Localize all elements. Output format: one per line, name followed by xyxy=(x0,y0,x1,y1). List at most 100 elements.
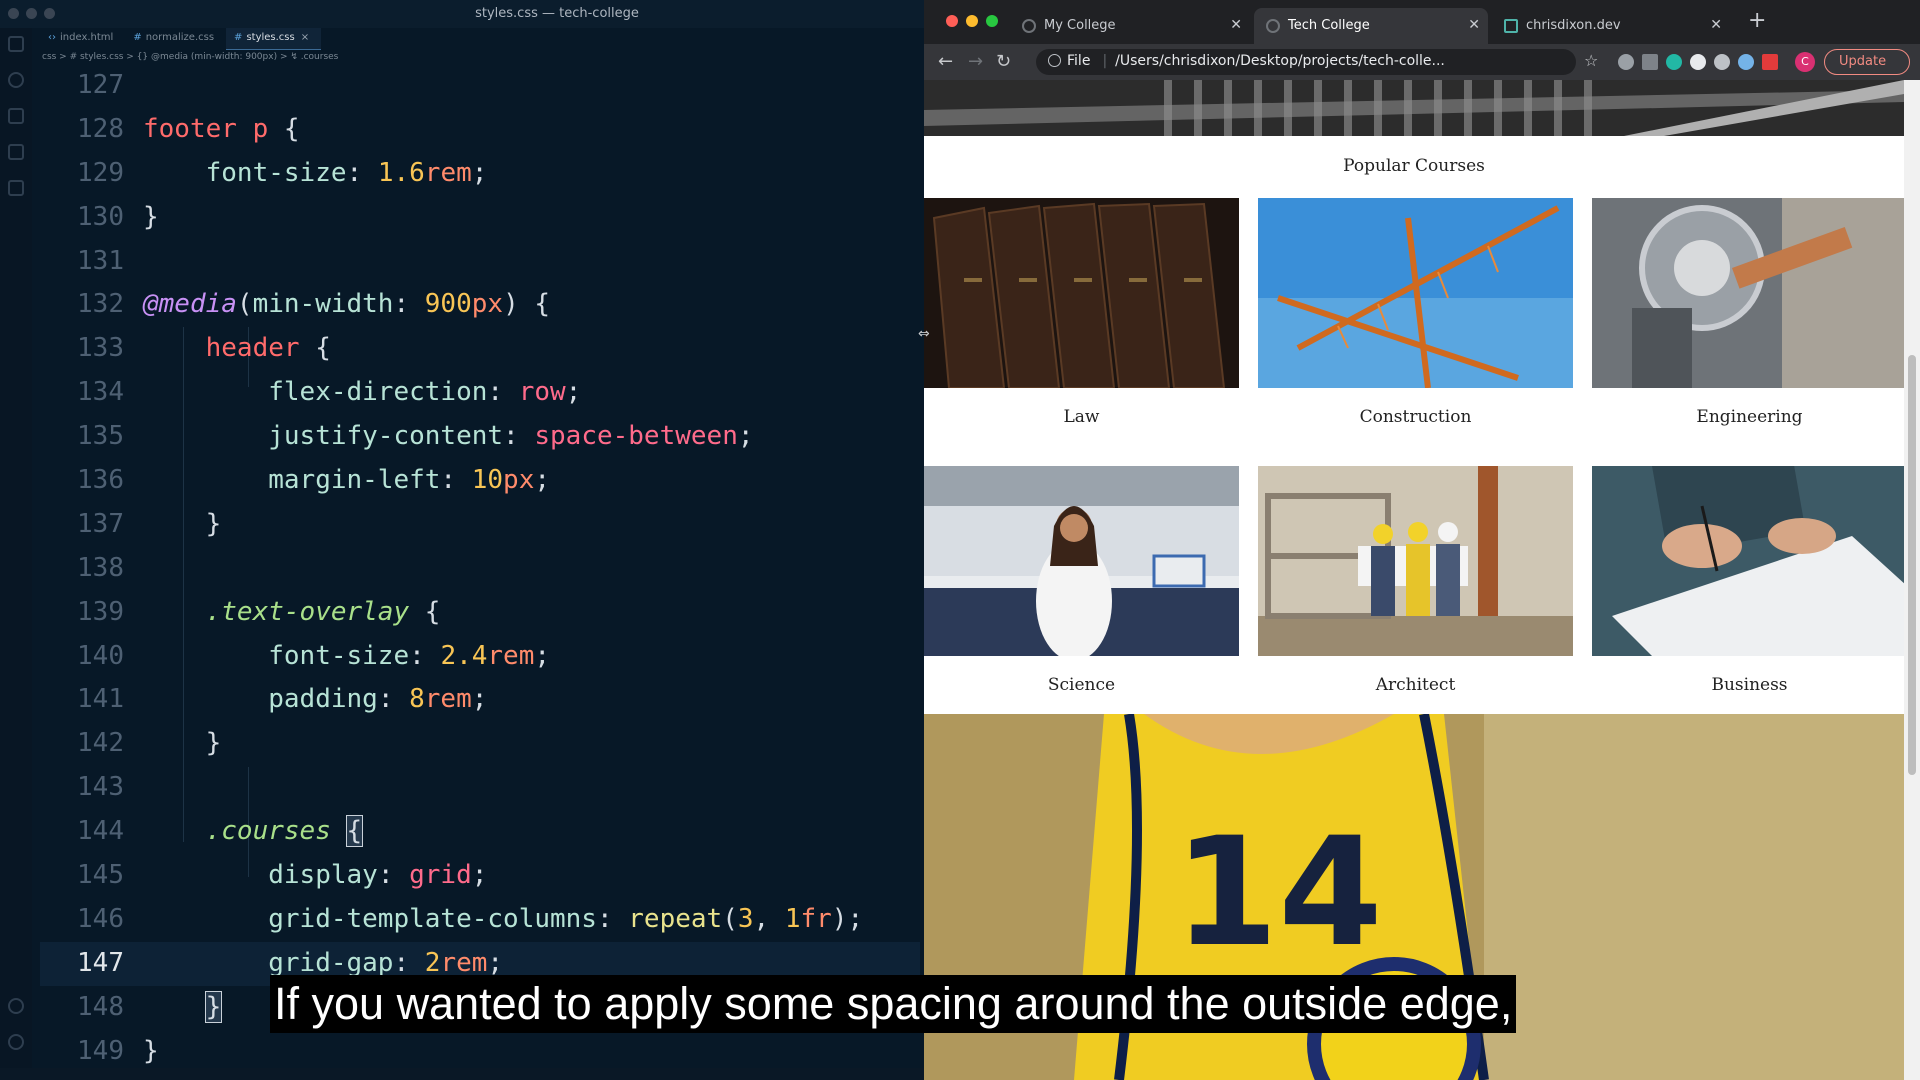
url-text: /Users/chrisdixon/Desktop/projects/tech-… xyxy=(1115,53,1445,69)
info-icon[interactable] xyxy=(1048,54,1061,67)
code-line[interactable]: 142 } xyxy=(40,722,920,766)
extension-white-icon[interactable] xyxy=(1690,54,1706,70)
settings-gear-icon[interactable] xyxy=(8,1034,24,1050)
account-icon[interactable] xyxy=(8,998,24,1014)
new-tab-button[interactable]: + xyxy=(1748,8,1766,33)
run-debug-icon[interactable] xyxy=(8,144,24,160)
line-number: 131 xyxy=(77,245,124,276)
course-card-law[interactable]: Law xyxy=(924,198,1239,427)
extension-blue-icon[interactable] xyxy=(1738,54,1754,70)
course-card-architect[interactable]: Architect xyxy=(1258,466,1573,695)
breadcrumb[interactable]: css > # styles.css > {} @media (min-widt… xyxy=(42,52,338,62)
course-card-engineering[interactable]: Engineering xyxy=(1592,198,1904,427)
bookmark-star-icon[interactable]: ☆ xyxy=(1584,51,1598,70)
zoom-window-button[interactable] xyxy=(986,15,998,27)
course-image-engineering xyxy=(1592,198,1904,388)
line-number: 135 xyxy=(77,421,124,452)
browser-window: My College ✕ Tech College ✕ chrisdixon.d… xyxy=(924,0,1920,1080)
code-line[interactable]: 128 footer p { xyxy=(40,108,920,152)
extension-v-icon[interactable] xyxy=(1642,54,1658,70)
close-tab-icon[interactable]: × xyxy=(301,32,309,43)
extensions-icon[interactable] xyxy=(8,180,24,196)
line-number: 137 xyxy=(77,508,124,539)
course-card-construction[interactable]: Construction xyxy=(1258,198,1573,427)
close-tab-icon[interactable]: ✕ xyxy=(1710,17,1722,33)
tab-styles-css[interactable]: # styles.css × xyxy=(226,28,322,50)
browser-tab-strip: My College ✕ Tech College ✕ chrisdixon.d… xyxy=(924,0,1920,44)
code-line[interactable]: 137 } xyxy=(40,503,920,547)
line-number: 127 xyxy=(77,70,124,100)
line-number: 134 xyxy=(77,377,124,408)
line-code: grid-template-columns: repeat(3, 1fr); xyxy=(268,903,864,934)
extension-teal-icon[interactable] xyxy=(1666,54,1682,70)
code-line[interactable]: 138 xyxy=(40,547,920,591)
code-line[interactable]: 133 header { xyxy=(40,327,920,371)
line-number: 144 xyxy=(77,816,124,847)
tab-tech-college[interactable]: Tech College ✕ xyxy=(1254,8,1488,44)
extension-pen-icon[interactable] xyxy=(1618,54,1634,70)
course-image-law xyxy=(924,198,1239,388)
course-label: Business xyxy=(1711,675,1788,695)
tab-label: chrisdixon.dev xyxy=(1526,18,1621,33)
code-line[interactable]: 132 @media(min-width: 900px) { xyxy=(40,283,920,327)
code-line[interactable]: 129 font-size: 1.6rem; xyxy=(40,152,920,196)
tab-my-college[interactable]: My College ✕ xyxy=(1010,8,1250,44)
extension-red-icon[interactable] xyxy=(1762,54,1778,70)
code-line[interactable]: 139 .text-overlay { xyxy=(40,591,920,635)
tab-label: normalize.css xyxy=(145,32,215,43)
course-card-science[interactable]: Science xyxy=(924,466,1239,695)
split-resize-handle-icon[interactable]: ⇔ xyxy=(918,326,930,342)
line-code: } xyxy=(143,201,159,232)
line-code: header { xyxy=(205,333,331,364)
line-number: 148 xyxy=(77,991,124,1022)
line-code: } xyxy=(205,508,222,539)
editor-tab-bar: ‹› index.html # normalize.css # styles.css × xyxy=(40,28,322,50)
extension-gear-icon[interactable] xyxy=(1714,54,1730,70)
hero-image-strip xyxy=(924,80,1904,136)
vertical-scrollbar[interactable] xyxy=(1904,80,1920,1080)
code-line[interactable]: 140 font-size: 2.4rem; xyxy=(40,635,920,679)
close-window-button[interactable] xyxy=(946,15,958,27)
search-icon[interactable] xyxy=(8,72,24,88)
code-line[interactable]: 130} xyxy=(40,196,920,240)
reload-icon[interactable]: ↻ xyxy=(996,51,1011,72)
code-line[interactable]: 141 padding: 8rem; xyxy=(40,678,920,722)
code-line[interactable]: 146 grid-template-columns: repeat(3, 1fr… xyxy=(40,898,920,942)
minimize-window-button[interactable] xyxy=(966,15,978,27)
line-code: font-size: 1.6rem; xyxy=(205,157,488,188)
source-control-icon[interactable] xyxy=(8,108,24,124)
course-card-business[interactable]: Business xyxy=(1592,466,1904,695)
close-tab-icon[interactable]: ✕ xyxy=(1468,17,1480,33)
code-line[interactable]: 144 .courses { xyxy=(40,810,920,854)
line-number: 132 xyxy=(77,289,124,320)
code-line[interactable]: 131 xyxy=(40,240,920,284)
code-line[interactable]: 149} xyxy=(40,1030,920,1074)
close-tab-icon[interactable]: ✕ xyxy=(1230,17,1242,33)
code-line[interactable]: 145 display: grid; xyxy=(40,854,920,898)
tab-normalize-css[interactable]: # normalize.css xyxy=(125,28,226,50)
page-viewport[interactable]: Popular Courses Law Construction Enginee… xyxy=(924,80,1904,1080)
browser-toolbar: ← → ↻ File | /Users/chrisdixon/Desktop/pro… xyxy=(924,44,1920,80)
code-line[interactable]: 143 xyxy=(40,766,920,810)
tab-label: styles.css xyxy=(246,32,295,43)
section-title: Popular Courses xyxy=(1343,156,1485,176)
code-line[interactable]: 134 flex-direction: row; xyxy=(40,371,920,415)
line-code: footer p { xyxy=(143,113,300,144)
forward-arrow-icon[interactable]: → xyxy=(968,51,983,72)
profile-avatar[interactable]: C xyxy=(1795,52,1815,72)
update-button[interactable]: Update xyxy=(1824,49,1910,75)
address-bar[interactable]: File | /Users/chrisdixon/Desktop/projects/… xyxy=(1036,49,1576,75)
code-line[interactable]: 135 justify-content: space-between; xyxy=(40,415,920,459)
line-code: padding: 8rem; xyxy=(268,684,488,715)
tab-index-html[interactable]: ‹› index.html xyxy=(40,28,125,50)
code-line[interactable]: 127 xyxy=(40,64,920,108)
course-image-business xyxy=(1592,466,1904,656)
explorer-icon[interactable] xyxy=(8,36,24,52)
code-area[interactable]: 127 128 footer p {129 font-size: 1.6rem; 13… xyxy=(40,64,920,1073)
line-code: justify-content: space-between; xyxy=(268,421,754,452)
code-line[interactable]: 136 margin-left: 10px; xyxy=(40,459,920,503)
scrollbar-thumb[interactable] xyxy=(1908,355,1916,775)
back-arrow-icon[interactable]: ← xyxy=(938,51,953,72)
line-number: 140 xyxy=(77,640,124,671)
tab-chrisdixon-dev[interactable]: chrisdixon.dev ✕ xyxy=(1492,8,1730,44)
